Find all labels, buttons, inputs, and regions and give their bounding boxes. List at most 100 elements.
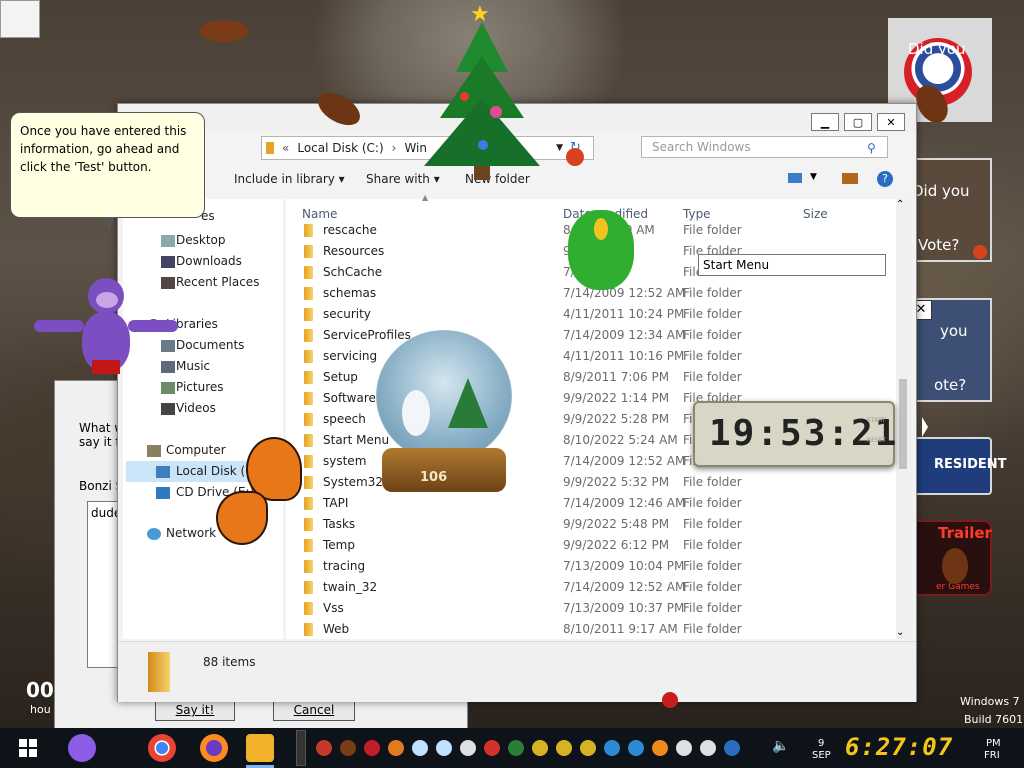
app-tray-icon[interactable]	[508, 740, 524, 756]
row-date: 4/11/2011 10:16 PM	[563, 349, 685, 363]
tree-tier-3	[424, 98, 540, 166]
minimize-button[interactable]: ▁	[811, 113, 839, 131]
desktop-counter: 00	[26, 678, 54, 702]
row-type: File folder	[683, 538, 742, 552]
app-tray-icon[interactable]	[604, 740, 620, 756]
digital-clock-widget[interactable]: 19:53:21 START RESET	[693, 401, 896, 467]
cancel-button[interactable]: Cancel	[273, 699, 355, 721]
bubble-tail	[104, 217, 114, 233]
local-disk-icon	[156, 466, 170, 478]
search-icon[interactable]: ⚲	[867, 141, 876, 155]
item-count: 88 items	[203, 655, 256, 669]
snow-tree-icon	[448, 378, 488, 428]
folder-icon	[304, 497, 313, 510]
nav-videos[interactable]: Videos	[176, 401, 216, 415]
taskbar-overflow-handle[interactable]	[296, 730, 306, 766]
chrome-icon[interactable]	[148, 734, 176, 762]
coin-tray-icon[interactable]	[556, 740, 572, 756]
search-tray-icon[interactable]	[652, 740, 668, 756]
table-row[interactable]: twain_32 7/14/2009 12:52 AM File folder	[286, 577, 886, 598]
row-date: 4/11/2011 10:24 PM	[563, 307, 685, 321]
nav-pictures[interactable]: Pictures	[176, 380, 224, 394]
app-tray-icon[interactable]	[676, 740, 692, 756]
snowflake-tray-icon[interactable]	[436, 740, 452, 756]
butterfly-icon[interactable]	[212, 435, 302, 547]
mail-tray-icon[interactable]	[460, 740, 476, 756]
bonzi-buddy-icon[interactable]	[30, 272, 180, 387]
row-date: 7/14/2009 12:52 AM	[563, 580, 686, 594]
ladybug-icon[interactable]	[566, 148, 584, 166]
cockroach-icon[interactable]	[200, 20, 248, 42]
column-size[interactable]: Size	[803, 207, 828, 221]
address-root[interactable]: Local Disk (C:)	[297, 141, 383, 155]
cockroach-tray-icon[interactable]	[340, 740, 356, 756]
digital-clock-reset[interactable]: RESET	[867, 437, 886, 444]
nav-network[interactable]: Network	[166, 526, 216, 540]
scrollbar-thumb[interactable]	[899, 379, 907, 469]
snow-globe-glass	[376, 330, 512, 462]
ladybug-icon[interactable]	[662, 692, 678, 708]
coin-tray-icon[interactable]	[532, 740, 548, 756]
coin-tray-icon[interactable]	[580, 740, 596, 756]
parrot-beak	[594, 218, 608, 240]
address-dropdown-icon[interactable]: ▼	[556, 143, 563, 153]
digital-clock-start[interactable]: START	[867, 417, 886, 424]
watermark-line2: Build 7601	[964, 713, 1024, 726]
view-options-icon[interactable]	[788, 173, 802, 183]
preview-pane-icon[interactable]	[842, 173, 858, 184]
table-row[interactable]: Web 8/10/2011 9:17 AM File folder	[286, 619, 886, 640]
table-row[interactable]: security 4/11/2011 10:24 PM File folder	[286, 304, 886, 325]
bonzi-arm-right	[128, 320, 178, 332]
maximize-button[interactable]: ▢	[844, 113, 872, 131]
taskbar-clock[interactable]: 6:27:07	[845, 733, 953, 761]
nav-recent-places[interactable]: Recent Places	[176, 275, 259, 289]
side-card-2-label-b: Vote?	[918, 236, 960, 254]
folder-icon	[304, 434, 313, 447]
ladybug-tray-icon[interactable]	[364, 740, 380, 756]
cortana-icon[interactable]	[68, 734, 96, 762]
scroll-down-icon[interactable]: ⌄	[896, 627, 904, 638]
row-type: File folder	[683, 517, 742, 531]
scroll-up-icon[interactable]: ⌃	[896, 199, 904, 210]
table-row[interactable]: tracing 7/13/2009 10:04 PM File folder	[286, 556, 886, 577]
table-row[interactable]: Temp 9/9/2022 6:12 PM File folder	[286, 535, 886, 556]
folder-icon	[266, 142, 274, 154]
table-row[interactable]: Vss 7/13/2009 10:37 PM File folder	[286, 598, 886, 619]
volume-icon[interactable]: 🔈	[772, 738, 789, 754]
christmas-tree-icon[interactable]: ★	[420, 2, 545, 184]
column-name[interactable]: Name	[302, 207, 337, 221]
app-tray-icon[interactable]	[628, 740, 644, 756]
table-row[interactable]: TAPI 7/14/2009 12:46 AM File folder	[286, 493, 886, 514]
row-date: 8/10/2022 5:24 AM	[563, 433, 678, 447]
mail-tray-icon[interactable]	[484, 740, 500, 756]
snowman-icon	[402, 390, 430, 436]
say-button[interactable]: Say it!	[155, 699, 235, 721]
cockroach-tray-icon[interactable]	[316, 740, 332, 756]
desktop-tile[interactable]	[0, 0, 40, 38]
cockroach-icon[interactable]	[942, 548, 968, 584]
ladybug-icon[interactable]	[973, 245, 987, 259]
row-name: Setup	[323, 370, 358, 384]
app-tray-icon[interactable]	[700, 740, 716, 756]
nav-downloads[interactable]: Downloads	[176, 254, 242, 268]
view-options-chevron-icon[interactable]: ▼	[810, 172, 817, 182]
nav-music[interactable]: Music	[176, 359, 210, 373]
snowflake-tray-icon[interactable]	[412, 740, 428, 756]
snow-globe-icon[interactable]: 106	[368, 330, 518, 495]
close-button[interactable]: ✕	[877, 113, 905, 131]
monitor-tray-icon[interactable]	[724, 740, 740, 756]
butterfly-tray-icon[interactable]	[388, 740, 404, 756]
nav-desktop[interactable]: Desktop	[176, 233, 226, 247]
search-input[interactable]: Search Windows	[641, 136, 888, 158]
table-row[interactable]: Tasks 9/9/2022 5:48 PM File folder	[286, 514, 886, 535]
green-parrot-icon[interactable]	[566, 200, 636, 300]
file-explorer-icon[interactable]	[246, 734, 274, 762]
side-card-5-label: Trailer	[938, 524, 992, 542]
start-button[interactable]	[14, 734, 42, 762]
help-icon[interactable]: ?	[877, 171, 893, 187]
folder-icon	[304, 245, 313, 258]
column-type[interactable]: Type	[683, 207, 711, 221]
nav-documents[interactable]: Documents	[176, 338, 244, 352]
include-in-library-button[interactable]: Include in library ▾	[234, 172, 345, 186]
firefox-icon[interactable]	[200, 734, 228, 762]
